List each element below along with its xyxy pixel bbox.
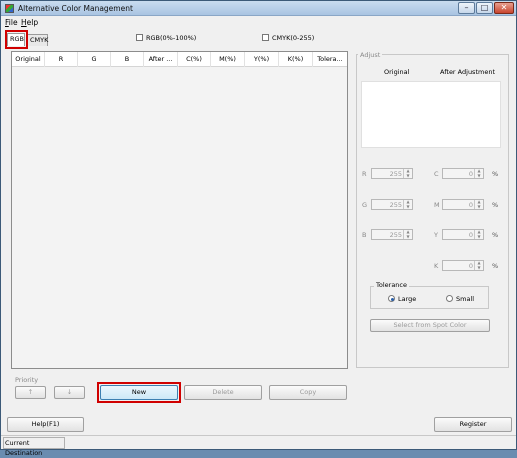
y-unit: % <box>492 231 499 239</box>
rgb-percent-label: RGB(0%-100%) <box>146 34 197 42</box>
column-header-after[interactable]: After ... <box>144 52 178 67</box>
k-label: K <box>434 262 439 270</box>
spin-arrows-icon[interactable]: ▲ ▼ <box>474 199 483 209</box>
c-spinbox[interactable]: 0 ▲ ▼ <box>442 168 484 179</box>
c-label: C <box>434 170 439 178</box>
delete-button[interactable]: Delete <box>184 385 262 400</box>
spin-arrows-icon[interactable]: ▲ ▼ <box>403 199 412 209</box>
select-from-spot-color-button[interactable]: Select from Spot Color <box>370 319 490 332</box>
menu-help[interactable]: Help <box>21 18 38 27</box>
maximize-button[interactable]: □ <box>476 2 493 14</box>
app-window: Alternative Color Management – □ ✕ File … <box>0 0 517 457</box>
g-spinbox[interactable]: 255 ▲ ▼ <box>371 199 413 210</box>
column-header-y[interactable]: Y(%) <box>245 52 279 67</box>
column-header-original[interactable]: Original <box>12 52 45 67</box>
c-value: 0 <box>468 170 473 178</box>
y-value: 0 <box>468 231 473 239</box>
m-label: M <box>434 201 440 209</box>
minimize-button[interactable]: – <box>458 2 475 14</box>
cmyk-range-label: CMYK(0-255) <box>272 34 315 42</box>
color-preview <box>361 81 501 148</box>
column-header-b[interactable]: B <box>111 52 144 67</box>
cmyk-range-checkbox[interactable] <box>262 34 269 41</box>
app-icon <box>5 4 14 13</box>
r-value: 255 <box>389 170 402 178</box>
after-adjustment-label: After Adjustment <box>440 68 495 76</box>
b-spinbox[interactable]: 255 ▲ ▼ <box>371 229 413 240</box>
b-value: 255 <box>389 231 402 239</box>
spin-arrows-icon[interactable]: ▲ ▼ <box>474 260 483 270</box>
tolerance-small-radio[interactable] <box>446 295 453 302</box>
r-label: R <box>362 170 367 178</box>
window-title: Alternative Color Management <box>18 4 133 13</box>
g-value: 255 <box>389 201 402 209</box>
priority-up-button[interactable]: ↑ <box>15 386 46 399</box>
spin-arrows-icon[interactable]: ▲ ▼ <box>403 229 412 239</box>
b-label: B <box>362 231 367 239</box>
tab-rgb-highlight-box <box>5 30 28 49</box>
close-button[interactable]: ✕ <box>494 2 514 14</box>
title-bar: Alternative Color Management – □ ✕ <box>1 1 516 16</box>
color-list[interactable]: Original R G B After ... C(%) M(%) Y(%) … <box>11 51 348 369</box>
column-header-m[interactable]: M(%) <box>211 52 245 67</box>
priority-down-button[interactable]: ↓ <box>54 386 85 399</box>
column-header-g[interactable]: G <box>78 52 111 67</box>
y-label: Y <box>434 231 438 239</box>
menu-file[interactable]: File <box>5 18 18 27</box>
column-header-r[interactable]: R <box>45 52 78 67</box>
menu-bar: File Help <box>1 17 516 29</box>
spin-arrows-icon[interactable]: ▲ ▼ <box>474 168 483 178</box>
current-destination-status: Current Destination <box>3 437 65 457</box>
spin-arrows-icon[interactable]: ▲ ▼ <box>474 229 483 239</box>
k-unit: % <box>492 262 499 270</box>
priority-label: Priority <box>15 376 39 384</box>
k-spinbox[interactable]: 0 ▲ ▼ <box>442 260 484 271</box>
tolerance-large-radio[interactable] <box>388 295 395 302</box>
column-header-tolerance[interactable]: Tolera... <box>313 52 347 67</box>
help-button[interactable]: Help(F1) <box>7 417 84 432</box>
m-unit: % <box>492 201 499 209</box>
rgb-percent-checkbox[interactable] <box>136 34 143 41</box>
m-value: 0 <box>468 201 473 209</box>
g-label: G <box>362 201 368 209</box>
column-header-k[interactable]: K(%) <box>279 52 313 67</box>
c-unit: % <box>492 170 499 178</box>
list-header: Original R G B After ... C(%) M(%) Y(%) … <box>12 52 347 67</box>
y-spinbox[interactable]: 0 ▲ ▼ <box>442 229 484 240</box>
k-value: 0 <box>468 262 473 270</box>
m-spinbox[interactable]: 0 ▲ ▼ <box>442 199 484 210</box>
tolerance-large-label: Large <box>398 295 417 303</box>
r-spinbox[interactable]: 255 ▲ ▼ <box>371 168 413 179</box>
copy-button[interactable]: Copy <box>269 385 347 400</box>
adjust-title: Adjust <box>358 51 383 59</box>
register-button[interactable]: Register <box>434 417 512 432</box>
spin-arrows-icon[interactable]: ▲ ▼ <box>403 168 412 178</box>
tolerance-title: Tolerance <box>374 281 409 289</box>
tab-cmyk[interactable]: CMYK <box>27 34 48 46</box>
original-label: Original <box>384 68 410 76</box>
tolerance-small-label: Small <box>456 295 475 303</box>
column-header-c[interactable]: C(%) <box>178 52 211 67</box>
new-button-highlight-box <box>97 382 181 403</box>
status-bar: Current Destination <box>1 435 516 457</box>
